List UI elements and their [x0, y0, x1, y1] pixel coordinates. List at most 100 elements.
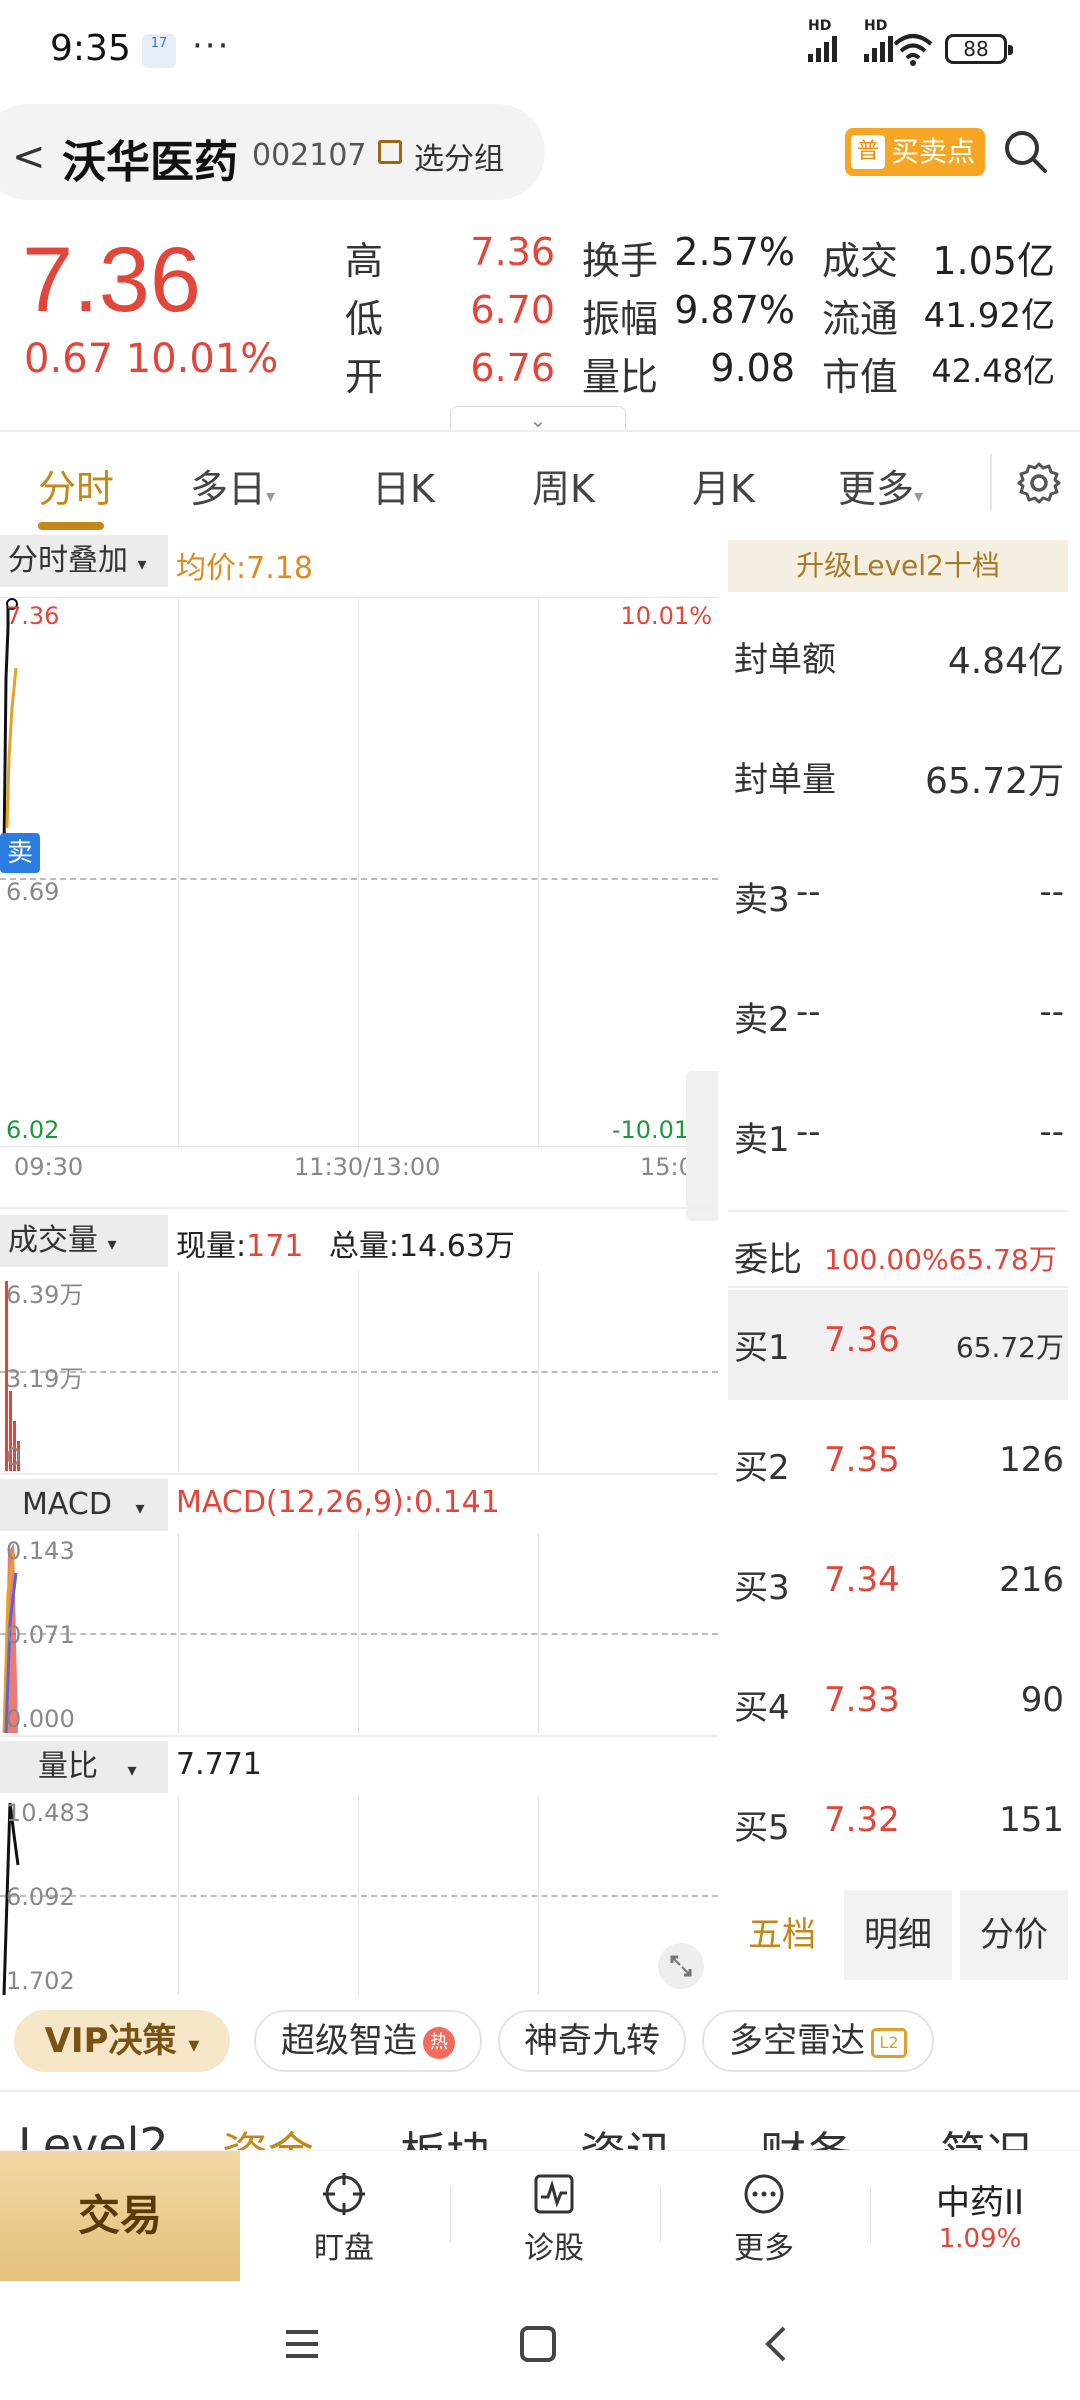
turnover-label: 换手: [582, 239, 659, 283]
tab-overview[interactable]: 简况: [940, 2118, 1032, 2150]
sector-index[interactable]: 中药II 1.09%: [900, 2175, 1060, 2254]
divider: [728, 1286, 1068, 1288]
open-value: 6.76: [470, 346, 555, 390]
tab-sector[interactable]: 板块: [400, 2118, 492, 2150]
bid-price: 7.36: [824, 1320, 900, 1360]
bid-row[interactable]: 买5 7.32 151: [734, 1800, 1064, 1860]
volume-panel-selector[interactable]: 成交量 ▾: [0, 1215, 168, 1267]
volume-chart[interactable]: 6.39万 3.19万 0: [0, 1271, 718, 1471]
macd-value: MACD(12,26,9):0.141: [176, 1485, 500, 1520]
divider: [0, 430, 1080, 432]
super-smart-label: 超级智造: [281, 2021, 417, 2061]
bid-row[interactable]: 买4 7.33 90: [734, 1680, 1064, 1740]
magic-nine-button[interactable]: 神奇九转: [498, 2010, 686, 2072]
bid-row[interactable]: 买3 7.34 216: [734, 1560, 1064, 1620]
more-button[interactable]: 更多: [694, 2171, 834, 2267]
tab-capital[interactable]: 资金: [222, 2118, 314, 2150]
macd-panel-selector[interactable]: MACD ▾: [0, 1479, 168, 1531]
seal-amount-label: 封单额: [734, 640, 836, 680]
divider: [660, 2187, 661, 2243]
bid-row[interactable]: 买1 7.36 65.72万: [734, 1320, 1064, 1380]
trade-button[interactable]: 交易: [0, 2151, 240, 2281]
overlay-label: 分时叠加: [8, 543, 128, 578]
diagnose-button[interactable]: 诊股: [484, 2171, 624, 2267]
tab-details[interactable]: 明细: [844, 1890, 952, 1980]
prev-close-line: [0, 878, 718, 880]
bid-price: 7.33: [824, 1680, 900, 1720]
current-price: 7.36: [22, 229, 202, 331]
gridline: [178, 598, 179, 1148]
volratio-y-max: 10.483: [6, 1799, 90, 1827]
volratio-chart[interactable]: 10.483 6.092 1.702: [0, 1795, 718, 1995]
amplitude-label: 振幅: [582, 297, 659, 341]
tab-intraday[interactable]: 分时: [38, 458, 114, 513]
y-max-label: 7.36: [6, 602, 60, 630]
battery-icon: 88: [945, 34, 1013, 64]
quick-tools: VIP决策 ▾ 超级智造热 神奇九转 多空雷达 L2: [0, 1990, 1080, 2090]
checkbox-icon[interactable]: [378, 140, 402, 164]
tab-news[interactable]: 资讯: [580, 2118, 672, 2150]
tab-multiday[interactable]: 多日▾: [190, 458, 275, 513]
macd-chart[interactable]: 0.143 0.071 0.000: [0, 1533, 718, 1733]
tab-weekly-k[interactable]: 周K: [532, 458, 595, 513]
more-notifications-icon: ···: [192, 26, 231, 66]
change-percent: 10.01%: [125, 336, 279, 382]
gear-icon[interactable]: [1016, 460, 1062, 506]
sector-index-change: 1.09%: [938, 2224, 1022, 2254]
search-icon[interactable]: [1002, 128, 1048, 174]
buy-sell-points-button[interactable]: 普 买卖点: [845, 128, 985, 176]
menu-icon[interactable]: [282, 2324, 322, 2364]
diagnose-label: 诊股: [524, 2231, 584, 2266]
ask-label: 卖2: [734, 1000, 790, 1040]
tab-monthly-k[interactable]: 月K: [692, 458, 755, 513]
tab-price-distribution[interactable]: 分价: [960, 1890, 1068, 1980]
mid-line: [0, 1371, 718, 1373]
overlay-selector[interactable]: 分时叠加 ▾: [0, 535, 168, 587]
market-cap-value: 42.48亿: [931, 352, 1055, 390]
tab-level2[interactable]: Level2: [18, 2118, 169, 2150]
super-smart-button[interactable]: 超级智造热: [254, 2010, 482, 2072]
turnover-value: 2.57%: [674, 230, 795, 274]
tab-financials[interactable]: 财务: [760, 2118, 852, 2150]
home-icon[interactable]: [518, 2324, 558, 2364]
bid-price: 7.34: [824, 1560, 900, 1600]
side-drawer-handle[interactable]: [686, 1071, 718, 1221]
back-icon[interactable]: <: [12, 134, 46, 180]
tab-five-levels[interactable]: 五档: [728, 1890, 836, 1980]
fullscreen-icon[interactable]: [658, 1943, 704, 1989]
high-label: 高: [345, 239, 384, 283]
bid-label: 买4: [734, 1688, 790, 1728]
intraday-chart[interactable]: 卖 7.36 6.69 6.02 10.01% -10.01%: [0, 597, 718, 1148]
y-mid-label: 6.69: [6, 878, 60, 906]
bid-row[interactable]: 买2 7.35 126: [734, 1440, 1064, 1500]
sell-marker[interactable]: 卖: [0, 833, 40, 873]
volratio-panel-selector[interactable]: 量比 ▾: [0, 1741, 168, 1793]
bottom-toolbar: 交易 盯盘 诊股 更多 中药II 1.09%: [0, 2150, 1080, 2281]
ask-volume: --: [1039, 872, 1064, 912]
bid-label: 买1: [734, 1328, 790, 1368]
crosshair-icon: [323, 2173, 365, 2215]
info-tabs: Level2 资金 板块 资讯 财务 简况: [0, 2090, 1080, 2150]
bull-bear-radar-button[interactable]: 多空雷达 L2: [702, 2010, 934, 2072]
back-nav-icon[interactable]: [756, 2324, 796, 2364]
watch-button[interactable]: 盯盘: [274, 2171, 414, 2267]
ask-row[interactable]: 卖1 -- --: [734, 1112, 1064, 1172]
total-volume-label: 总量:14.63万: [328, 1229, 515, 1264]
watch-label: 盯盘: [314, 2231, 374, 2266]
bid-volume: 126: [999, 1440, 1064, 1480]
open-label: 开: [345, 355, 384, 399]
select-group-button[interactable]: 选分组: [414, 134, 504, 178]
ask-row[interactable]: 卖3 -- --: [734, 872, 1064, 932]
expand-chevron-icon[interactable]: ⌄: [450, 406, 626, 432]
upgrade-level2-button[interactable]: 升级Level2十档: [728, 540, 1068, 592]
tab-more[interactable]: 更多▾: [838, 458, 923, 513]
ask-row[interactable]: 卖2 -- --: [734, 992, 1064, 1052]
order-book: 升级Level2十档 封单额 4.84亿 封单量 65.72万 卖3 -- --…: [728, 540, 1068, 1980]
vip-decision-button[interactable]: VIP决策 ▾: [14, 2010, 230, 2072]
tab-daily-k[interactable]: 日K: [372, 458, 435, 513]
bull-bear-radar-label: 多空雷达: [729, 2021, 865, 2061]
volratio-title: 量比: [38, 1749, 98, 1784]
more-label: 更多: [734, 2231, 794, 2266]
bid-label: 买5: [734, 1808, 790, 1848]
x-mid-label: 11:30/13:00: [294, 1153, 441, 1181]
